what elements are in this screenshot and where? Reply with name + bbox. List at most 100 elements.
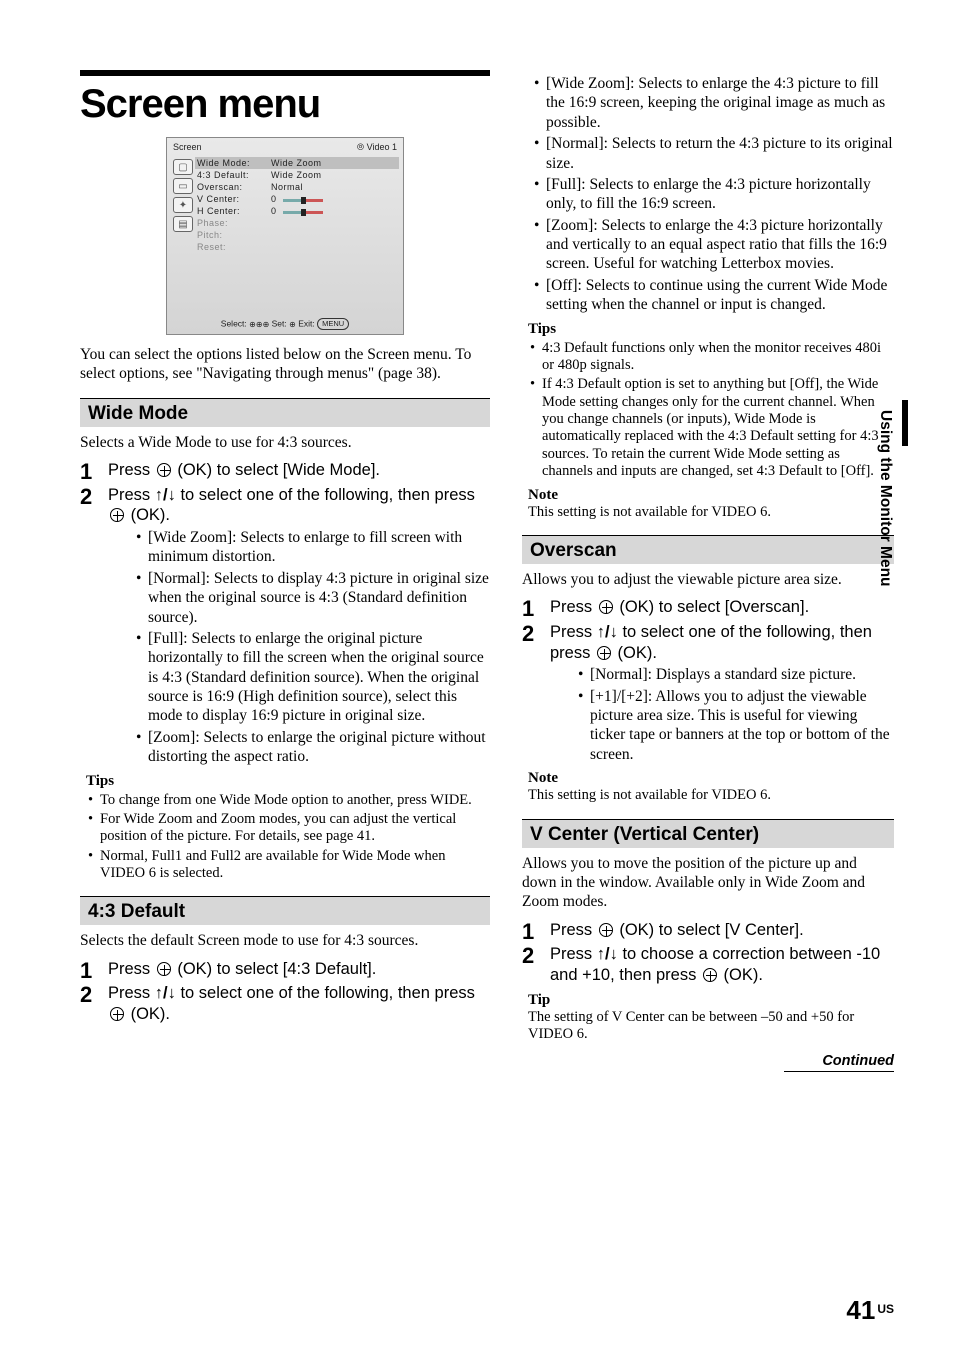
- arrow-icons: ↑/↓: [155, 984, 176, 1002]
- list-item: [Normal]: Displays a standard size pictu…: [578, 665, 894, 684]
- osd-icon-screen: ▭: [173, 178, 193, 194]
- list-item: [Wide Zoom]: Selects to enlarge to fill …: [136, 528, 490, 567]
- list-item: If 4:3 Default option is set to anything…: [528, 376, 894, 480]
- page-number-value: 41: [846, 1295, 875, 1325]
- list-item: For Wide Zoom and Zoom modes, you can ad…: [86, 811, 490, 846]
- osd-list: Wide Mode: Wide Zoom 4:3 Default: Wide Zoom…: [195, 157, 399, 253]
- vc-step-1: Press (OK) to select [V Center].: [522, 920, 894, 941]
- tip-heading: Tip: [528, 992, 894, 1009]
- osd-row: Wide Mode: Wide Zoom: [195, 157, 399, 169]
- osd-help-select: Select:: [221, 318, 247, 328]
- menu-pill: MENU: [317, 318, 349, 330]
- page-number-suffix: US: [877, 1302, 894, 1316]
- section-wide-mode: Wide Mode: [80, 398, 490, 427]
- osd-row: H Center: 0: [195, 205, 399, 217]
- osd-icon-other: ▤: [173, 216, 193, 232]
- list-item: [Off]: Selects to continue using the cur…: [534, 276, 894, 315]
- osd-input-label: Video 1: [367, 142, 397, 152]
- overscan-lead: Allows you to adjust the viewable pictur…: [522, 570, 894, 589]
- left-column: Screen menu Screen ⦾ Video 1 ▢ ▭ ✦ ▤: [80, 70, 490, 1072]
- osd-row-label: V Center:: [197, 194, 267, 204]
- osd-help-exit: Exit:: [298, 318, 315, 328]
- page: Screen menu Screen ⦾ Video 1 ▢ ▭ ✦ ▤: [0, 0, 954, 1112]
- right-column: [Wide Zoom]: Selects to enlarge the 4:3 …: [522, 70, 894, 1072]
- arrow-icons: ↑/↓: [597, 945, 618, 963]
- tips-heading: Tips: [86, 773, 490, 790]
- default43-tips: 4:3 Default functions only when the moni…: [528, 340, 894, 481]
- tips-heading: Tips: [528, 321, 894, 338]
- step2a: Press: [108, 486, 155, 504]
- arrow-icons: ↑/↓: [597, 623, 618, 641]
- osd-row-value: 0: [271, 194, 397, 204]
- osd-row-value: Wide Zoom: [271, 158, 397, 168]
- default43-note: This setting is not available for VIDEO …: [528, 504, 894, 521]
- page-number: 41US: [846, 1295, 894, 1326]
- osd-row-value: Normal: [271, 182, 397, 192]
- d43-step-2: Press ↑/↓ to select one of the following…: [80, 983, 490, 1024]
- wide-mode-lead: Selects a Wide Mode to use for 4:3 sourc…: [80, 433, 490, 452]
- step2a: Press: [550, 945, 597, 963]
- note-heading: Note: [528, 487, 894, 504]
- vcenter-lead: Allows you to move the position of the p…: [522, 854, 894, 912]
- overscan-options: [Normal]: Displays a standard size pictu…: [550, 665, 894, 764]
- wide-step-2: Press ↑/↓ to select one of the following…: [80, 485, 490, 767]
- continued-rule: [784, 1071, 894, 1072]
- osd-row-value: 0: [271, 206, 397, 216]
- title-rule: [80, 70, 490, 76]
- vcenter-tip: The setting of V Center can be between –…: [528, 1009, 894, 1044]
- osd-icon-picture: ▢: [173, 159, 193, 175]
- ovs-step-2: Press ↑/↓ to select one of the following…: [522, 622, 894, 764]
- osd-row: 4:3 Default: Wide Zoom: [195, 169, 399, 181]
- ok-icon: [157, 463, 171, 477]
- list-item: [Normal]: Selects to return the 4:3 pict…: [534, 134, 894, 173]
- continued-label: Continued: [522, 1053, 894, 1069]
- step2a: Press: [550, 623, 597, 641]
- list-item: Normal, Full1 and Full2 are available fo…: [86, 848, 490, 883]
- d43-step-1: Press (OK) to select [4:3 Default].: [80, 959, 490, 980]
- osd-row: Phase:: [195, 217, 399, 229]
- page-title: Screen menu: [80, 82, 490, 127]
- ok-icon: [110, 1007, 124, 1021]
- default43-options: [Wide Zoom]: Selects to enlarge the 4:3 …: [522, 74, 894, 315]
- side-tab-text: Using the Monitor Menu: [876, 410, 894, 587]
- list-item: [Full]: Selects to enlarge the 4:3 pictu…: [534, 175, 894, 214]
- intro-text: You can select the options listed below …: [80, 345, 490, 384]
- wide-mode-tips: To change from one Wide Mode option to a…: [86, 792, 490, 883]
- ok-icon: [599, 923, 613, 937]
- ok-icon: [703, 968, 717, 982]
- note-heading: Note: [528, 770, 894, 787]
- ovs-step-1: Press (OK) to select [Overscan].: [522, 597, 894, 618]
- osd-row-label: Phase:: [197, 218, 267, 228]
- osd-input: ⦾ Video 1: [357, 142, 397, 153]
- list-item: To change from one Wide Mode option to a…: [86, 792, 490, 809]
- side-tab: Using the Monitor Menu: [880, 410, 900, 670]
- wide-step-1: Press (OK) to select [Wide Mode].: [80, 460, 490, 481]
- osd-row-label: H Center:: [197, 206, 267, 216]
- list-item: [Full]: Selects to enlarge the original …: [136, 629, 490, 726]
- ok-icon: [599, 600, 613, 614]
- list-item: [Wide Zoom]: Selects to enlarge the 4:3 …: [534, 74, 894, 132]
- step2a: Press: [108, 984, 155, 1002]
- dpad-icon: ⊕⊕⊕: [249, 320, 269, 329]
- osd-title: Screen: [173, 142, 202, 153]
- osd-row: Pitch:: [195, 229, 399, 241]
- side-tab-bar: [902, 400, 908, 446]
- osd-help-bar: Select: ⊕⊕⊕ Set: ⊕ Exit: MENU: [167, 318, 403, 330]
- ok-icon: [110, 508, 124, 522]
- wide-mode-options: [Wide Zoom]: Selects to enlarge to fill …: [108, 528, 490, 767]
- osd-row-value: Wide Zoom: [271, 170, 397, 180]
- list-item: [Zoom]: Selects to enlarge the 4:3 pictu…: [534, 216, 894, 274]
- osd-wrap: Screen ⦾ Video 1 ▢ ▭ ✦ ▤ Wide Mode:Wide …: [80, 137, 490, 335]
- osd-row: V Center: 0: [195, 193, 399, 205]
- ok-mini-icon: ⊕: [289, 320, 296, 329]
- list-item: [Normal]: Selects to display 4:3 picture…: [136, 569, 490, 627]
- default43-lead: Selects the default Screen mode to use f…: [80, 931, 490, 950]
- section-43-default: 4:3 Default: [80, 896, 490, 925]
- osd-row-label: 4:3 Default:: [197, 170, 267, 180]
- ok-icon: [157, 962, 171, 976]
- osd-row: Overscan:Normal: [195, 181, 399, 193]
- osd-row-label: Wide Mode:: [197, 158, 267, 168]
- arrow-icons: ↑/↓: [155, 486, 176, 504]
- section-overscan: Overscan: [522, 535, 894, 564]
- osd-icon-column: ▢ ▭ ✦ ▤: [171, 157, 195, 253]
